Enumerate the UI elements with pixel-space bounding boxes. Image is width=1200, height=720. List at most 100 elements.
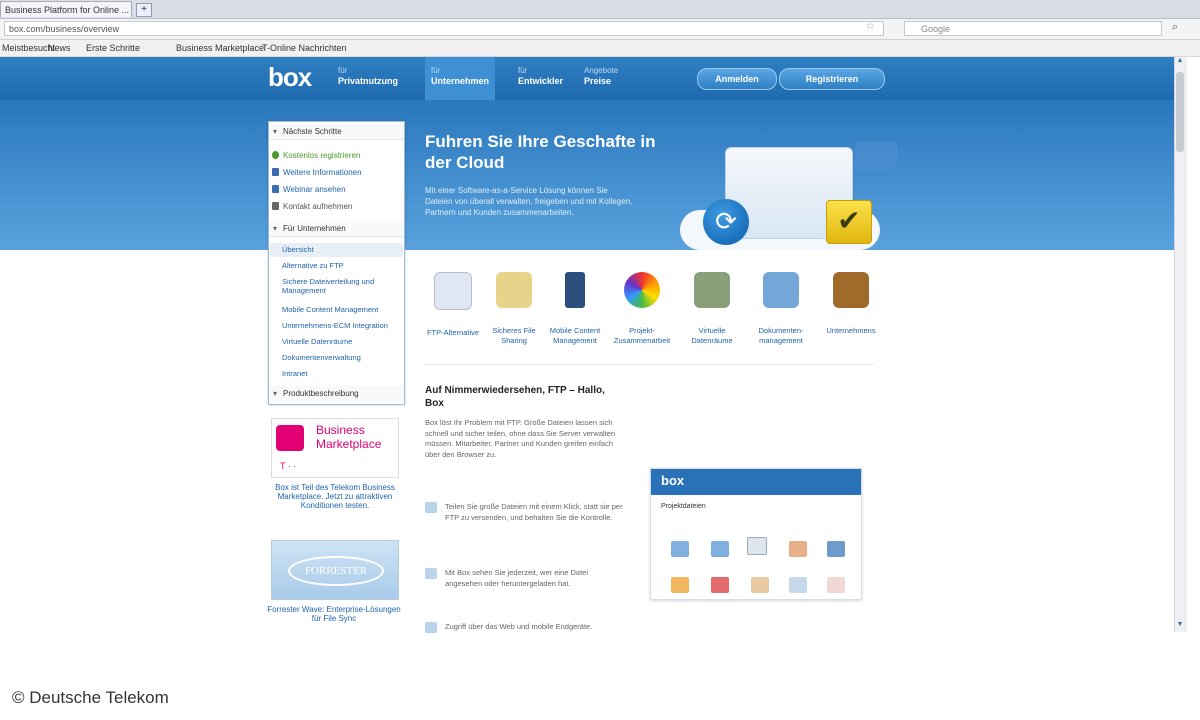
feature-label: Virtuelle Datenräume (691, 326, 733, 345)
sidebar-link-file-sharing[interactable]: Sichere Dateiverteilung und Management (282, 277, 402, 295)
nav-small-label: Angebote (584, 66, 619, 75)
feature-label: FTP-Alternative (426, 328, 480, 337)
nav-entwickler[interactable]: für Entwickler (518, 65, 563, 87)
bookmark-item[interactable]: T-Online Nachrichten (262, 40, 347, 56)
sidebar-link-overview[interactable]: Übersicht (282, 245, 402, 254)
feature-enterprise[interactable]: Unternehmens (821, 272, 881, 336)
nav-unternehmen[interactable]: für Unternehmen (425, 57, 496, 100)
sidebar-link-ftp[interactable]: Alternative zu FTP (282, 261, 402, 270)
document-icon (827, 541, 845, 557)
content-bullet: Zugriff über das Web und mobile Endgerät… (445, 622, 593, 631)
new-tab-button[interactable]: + (136, 3, 152, 17)
lock-icon (496, 272, 532, 308)
nav-label: Preise (584, 76, 612, 86)
document-icon (711, 577, 729, 593)
bookmark-item[interactable]: Business Marketplace (176, 40, 264, 56)
sidebar-item-label: Kontakt aufnehmen (283, 202, 353, 211)
sidebar-section-next-steps[interactable]: Nächste Schritte (269, 124, 404, 140)
nav-label: Unternehmen (431, 76, 490, 86)
feature-mobile[interactable]: Mobile Content Management (545, 272, 605, 346)
mobile-icon (565, 272, 585, 308)
browser-tab[interactable]: Business Platform for Online ... (0, 1, 132, 17)
webinar-icon (272, 185, 279, 193)
feature-documents[interactable]: Dokumenten-management (751, 272, 811, 346)
preview-header: box (651, 469, 861, 495)
sidebar-item-info[interactable]: Weitere Informationen (272, 168, 362, 178)
login-button[interactable]: Anmelden (697, 68, 777, 90)
feature-collaboration[interactable]: Projekt-Zusammenarbeit (612, 272, 672, 346)
document-icon (751, 577, 769, 593)
nav-small-label: für (518, 66, 528, 75)
search-file-icon (747, 537, 767, 555)
box-logo[interactable]: box (268, 62, 312, 93)
feature-label: Unternehmens (826, 326, 876, 335)
folder-icon (671, 541, 689, 557)
browser-search-input[interactable]: Google (904, 21, 1162, 36)
sidebar-link-documents[interactable]: Dokumentenverwaltung (282, 353, 402, 362)
feature-label: Mobile Content Management (549, 326, 601, 345)
scrollbar-thumb[interactable] (1176, 72, 1184, 152)
nav-preise[interactable]: Angebote Preise (584, 65, 618, 87)
feature-secure-sharing[interactable]: Sicheres File Sharing (484, 272, 544, 346)
nav-privatnutzung[interactable]: für Privatnutzung (338, 65, 398, 87)
ad-link[interactable]: Forrester Wave: Enterprise-Lösungen für … (266, 605, 402, 623)
sidebar-item-webinar[interactable]: Webinar ansehen (272, 185, 346, 195)
bookmark-item[interactable]: News (48, 40, 71, 56)
sidebar-link-intranet[interactable]: Intranet (282, 369, 402, 378)
feature-label: Dokumenten-management (758, 326, 804, 345)
sidebar-link-datarooms[interactable]: Virtuelle Datenräume (282, 337, 402, 346)
sidebar-link-ecm[interactable]: Unternehmens-ECM Integration (282, 321, 402, 330)
document-icon (827, 577, 845, 593)
register-button[interactable]: Registrieren (779, 68, 885, 90)
feature-datarooms[interactable]: Virtuelle Datenräume (682, 272, 742, 346)
bookmark-star-icon[interactable]: ☆ (866, 21, 875, 32)
server-icon (434, 272, 472, 310)
sidebar-item-label: Weitere Informationen (283, 168, 362, 177)
browser-nav-bar: box.com/business/overview ☆ Google ⌕ (0, 19, 1200, 40)
nav-small-label: für (431, 66, 441, 75)
sidebar-section-product[interactable]: Produktbeschreibung (269, 386, 404, 402)
bookmarks-bar: Meistbesucht News Erste Schritte Busines… (0, 40, 1200, 57)
sidebar-item-register[interactable]: Kostenlos registrieren (272, 151, 360, 161)
map-icon (694, 272, 730, 308)
product-screenshot: box Projektdateien (650, 468, 862, 600)
sidebar-section-business[interactable]: Für Unternehmen (269, 221, 404, 237)
browser-tab-bar: Business Platform for Online ... + (0, 0, 1200, 19)
content-title: Auf Nimmerwiedersehen, FTP – Hallo, Box (425, 385, 605, 409)
business-marketplace-ad[interactable]: Business Marketplace T · · (271, 418, 399, 478)
search-icon[interactable]: ⌕ (1172, 21, 1178, 34)
divider (424, 364, 874, 365)
scroll-up-arrow-icon[interactable]: ▲ (1175, 57, 1185, 67)
checkmark-icon: ✔ (826, 200, 872, 244)
url-input[interactable]: box.com/business/overview (4, 21, 884, 36)
ad-link[interactable]: Box ist Teil des Telekom Business Market… (270, 483, 400, 510)
folder-icon (763, 272, 799, 308)
feature-label: Projekt-Zusammenarbeit (613, 326, 671, 345)
nav-label: Entwickler (518, 76, 564, 86)
nav-label: Privatnutzung (338, 76, 398, 86)
feature-ftp[interactable]: FTP-Alternative (423, 272, 483, 338)
color-wheel-icon (624, 272, 660, 308)
sidebar-link-mobile[interactable]: Mobile Content Management (282, 305, 402, 314)
cloud-icon (276, 425, 304, 451)
hero-banner (0, 100, 1174, 250)
forrester-ad[interactable]: FORRESTER (271, 540, 399, 600)
document-icon (789, 577, 807, 593)
register-icon (272, 151, 279, 159)
telekom-logo: T · · (280, 461, 297, 471)
info-icon (272, 168, 279, 176)
document-icon (671, 577, 689, 593)
bullet-icon (425, 502, 437, 513)
sync-icon: ⟳ (703, 199, 749, 245)
bullet-icon (425, 568, 437, 579)
bullet-icon (425, 622, 437, 633)
nav-small-label: für (338, 66, 348, 75)
dashboard-icon (833, 272, 869, 308)
sidebar-item-label: Webinar ansehen (283, 185, 346, 194)
sidebar-item-contact[interactable]: Kontakt aufnehmen (272, 202, 353, 212)
bookmark-item[interactable]: Erste Schritte (86, 40, 140, 56)
feature-label: Sicheres File Sharing (492, 326, 536, 345)
content-paragraph: Box löst Ihr Problem mit FTP. Große Date… (425, 418, 616, 459)
scroll-down-arrow-icon[interactable]: ▼ (1175, 621, 1185, 631)
document-icon (789, 541, 807, 557)
